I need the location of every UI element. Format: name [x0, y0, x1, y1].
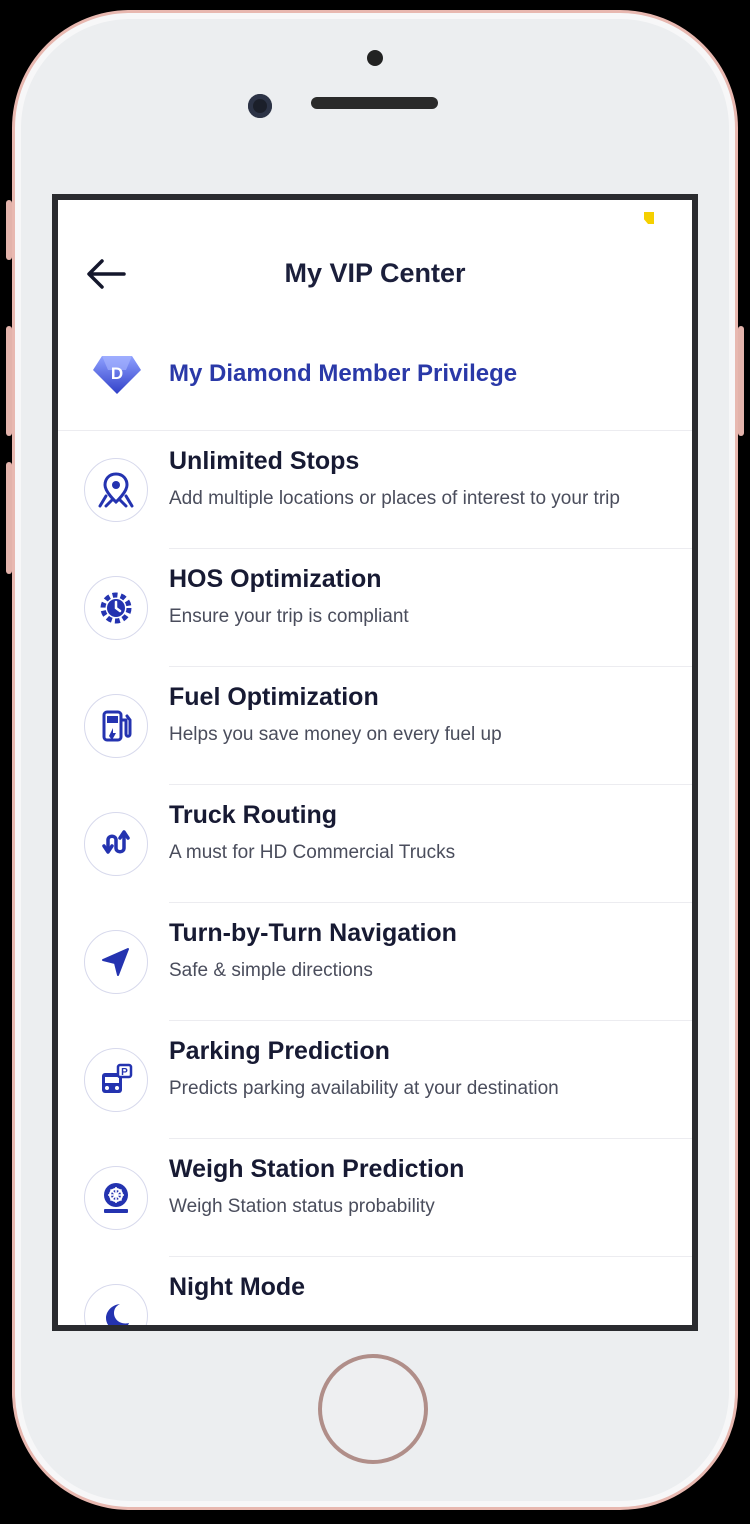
earpiece-speaker — [311, 97, 438, 109]
proximity-sensor — [367, 50, 383, 66]
item-title: Fuel Optimization — [169, 683, 379, 711]
app-screen: My VIP Center D My Diamond Member Privil… — [52, 194, 698, 1331]
status-indicator — [644, 212, 654, 224]
item-title: HOS Optimization — [169, 565, 382, 593]
diamond-badge-icon: D — [92, 348, 142, 398]
item-title: Truck Routing — [169, 801, 338, 829]
mute-switch — [6, 200, 12, 260]
weigh-station-icon — [84, 1166, 148, 1230]
list-item[interactable]: Night Mode — [58, 1257, 692, 1325]
item-title: Night Mode — [169, 1273, 306, 1301]
item-subtitle: Safe & simple directions — [169, 960, 373, 981]
route-icon — [84, 812, 148, 876]
navigation-bar: My VIP Center — [58, 240, 692, 310]
item-subtitle: Add multiple locations or places of inte… — [169, 488, 620, 509]
item-subtitle: Predicts parking availability at your de… — [169, 1078, 559, 1099]
item-title: Parking Prediction — [169, 1037, 390, 1065]
moon-icon — [84, 1284, 148, 1325]
fuel-pump-icon — [84, 694, 148, 758]
parking-bus-icon: P — [84, 1048, 148, 1112]
volume-up-button — [6, 326, 12, 436]
list-item[interactable]: HOS Optimization Ensure your trip is com… — [58, 549, 692, 667]
list-item[interactable]: Weigh Station Prediction Weigh Station s… — [58, 1139, 692, 1257]
svg-text:P: P — [121, 1067, 128, 1078]
list-item[interactable]: Fuel Optimization Helps you save money o… — [58, 667, 692, 785]
item-title: Turn-by-Turn Navigation — [169, 919, 457, 947]
map-pin-icon — [84, 458, 148, 522]
feature-list: Unlimited Stops Add multiple locations o… — [58, 431, 692, 1325]
power-button — [738, 326, 744, 436]
item-subtitle: Ensure your trip is compliant — [169, 606, 409, 627]
vip-privilege-row[interactable]: D My Diamond Member Privilege — [58, 330, 692, 431]
vip-privilege-label: My Diamond Member Privilege — [169, 360, 518, 387]
list-item[interactable]: Truck Routing A must for HD Commercial T… — [58, 785, 692, 903]
page-title: My VIP Center — [284, 258, 466, 288]
item-title: Weigh Station Prediction — [169, 1155, 465, 1183]
list-item[interactable]: Turn-by-Turn Navigation Safe & simple di… — [58, 903, 692, 1021]
list-item[interactable]: Unlimited Stops Add multiple locations o… — [58, 431, 692, 549]
list-item[interactable]: P Parking Prediction Predicts parking av… — [58, 1021, 692, 1139]
front-camera — [248, 94, 272, 118]
item-subtitle: A must for HD Commercial Trucks — [169, 842, 456, 863]
item-subtitle: Weigh Station status probability — [169, 1196, 435, 1217]
item-title: Unlimited Stops — [169, 447, 360, 475]
svg-text:D: D — [111, 364, 123, 383]
gear-clock-icon — [84, 576, 148, 640]
navigation-arrow-icon — [84, 930, 148, 994]
home-button[interactable] — [318, 1354, 428, 1464]
item-subtitle: Helps you save money on every fuel up — [169, 724, 502, 745]
volume-down-button — [6, 462, 12, 574]
